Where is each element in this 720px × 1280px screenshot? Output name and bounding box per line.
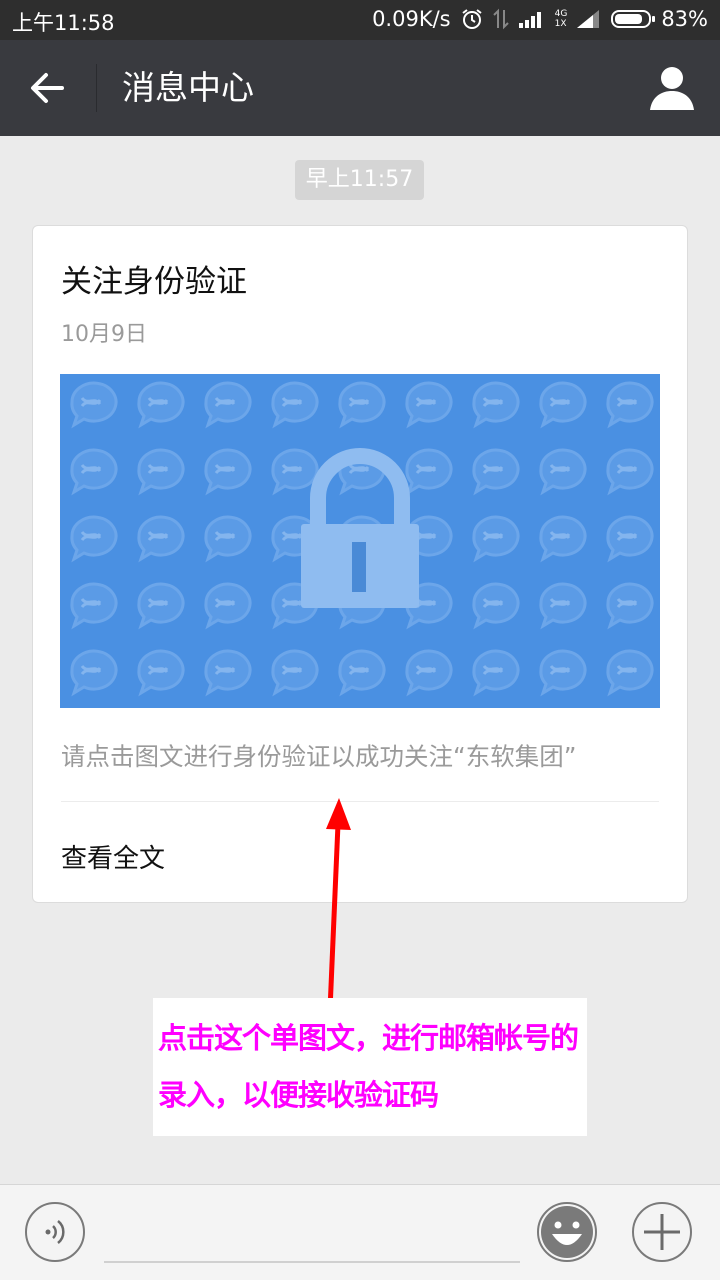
emoji-button[interactable]	[537, 1202, 597, 1262]
alarm-icon	[462, 9, 482, 29]
status-bar: 上午11:58 0.09K/s 4G 1X 83%	[0, 0, 720, 40]
plus-icon	[644, 1214, 680, 1250]
more-actions-button[interactable]	[632, 1202, 692, 1262]
bottom-input-bar	[0, 1184, 720, 1280]
data-transfer-icon	[492, 8, 509, 30]
annotation-arrow-icon	[326, 798, 351, 1011]
read-full-article-link[interactable]: 查看全文	[61, 838, 165, 875]
voice-input-button[interactable]	[25, 1202, 85, 1262]
article-date: 10月9日	[61, 322, 147, 347]
smiley-icon	[541, 1206, 593, 1258]
voice-icon	[45, 1220, 65, 1244]
nav-bar: 消息中心	[0, 40, 720, 136]
signal-icon-1	[518, 12, 541, 28]
battery-fill	[615, 14, 643, 24]
page-title: 消息中心	[122, 68, 254, 107]
message-timestamp: 早上11:57	[295, 160, 424, 200]
cover-pattern-graphic	[60, 374, 660, 708]
back-arrow-icon[interactable]	[26, 66, 70, 110]
message-input[interactable]	[104, 1261, 520, 1263]
nav-separator	[96, 64, 97, 112]
network-type-4g: 4G	[554, 9, 568, 19]
network-type: 4G 1X	[555, 9, 568, 29]
battery-icon	[611, 10, 656, 28]
network-type-1x: 1X	[554, 19, 567, 29]
article-title: 关注身份验证	[61, 264, 247, 300]
annotation-text: 点击这个单图文，进行邮箱帐号的录入，以便接收验证码	[158, 1021, 579, 1112]
article-cover-image[interactable]	[60, 374, 660, 708]
annotation-box: 点击这个单图文，进行邮箱帐号的录入，以便接收验证码	[153, 998, 587, 1136]
article-description: 请点击图文进行身份验证以成功关注“东软集团”	[61, 742, 577, 771]
battery-percent: 83%	[661, 7, 708, 31]
status-right: 0.09K/s 4G 1X 83%	[372, 7, 708, 31]
status-time: 上午11:58	[12, 11, 115, 35]
signal-icon-2	[577, 10, 600, 28]
network-speed: 0.09K/s	[372, 7, 451, 31]
user-profile-icon[interactable]	[650, 64, 694, 112]
